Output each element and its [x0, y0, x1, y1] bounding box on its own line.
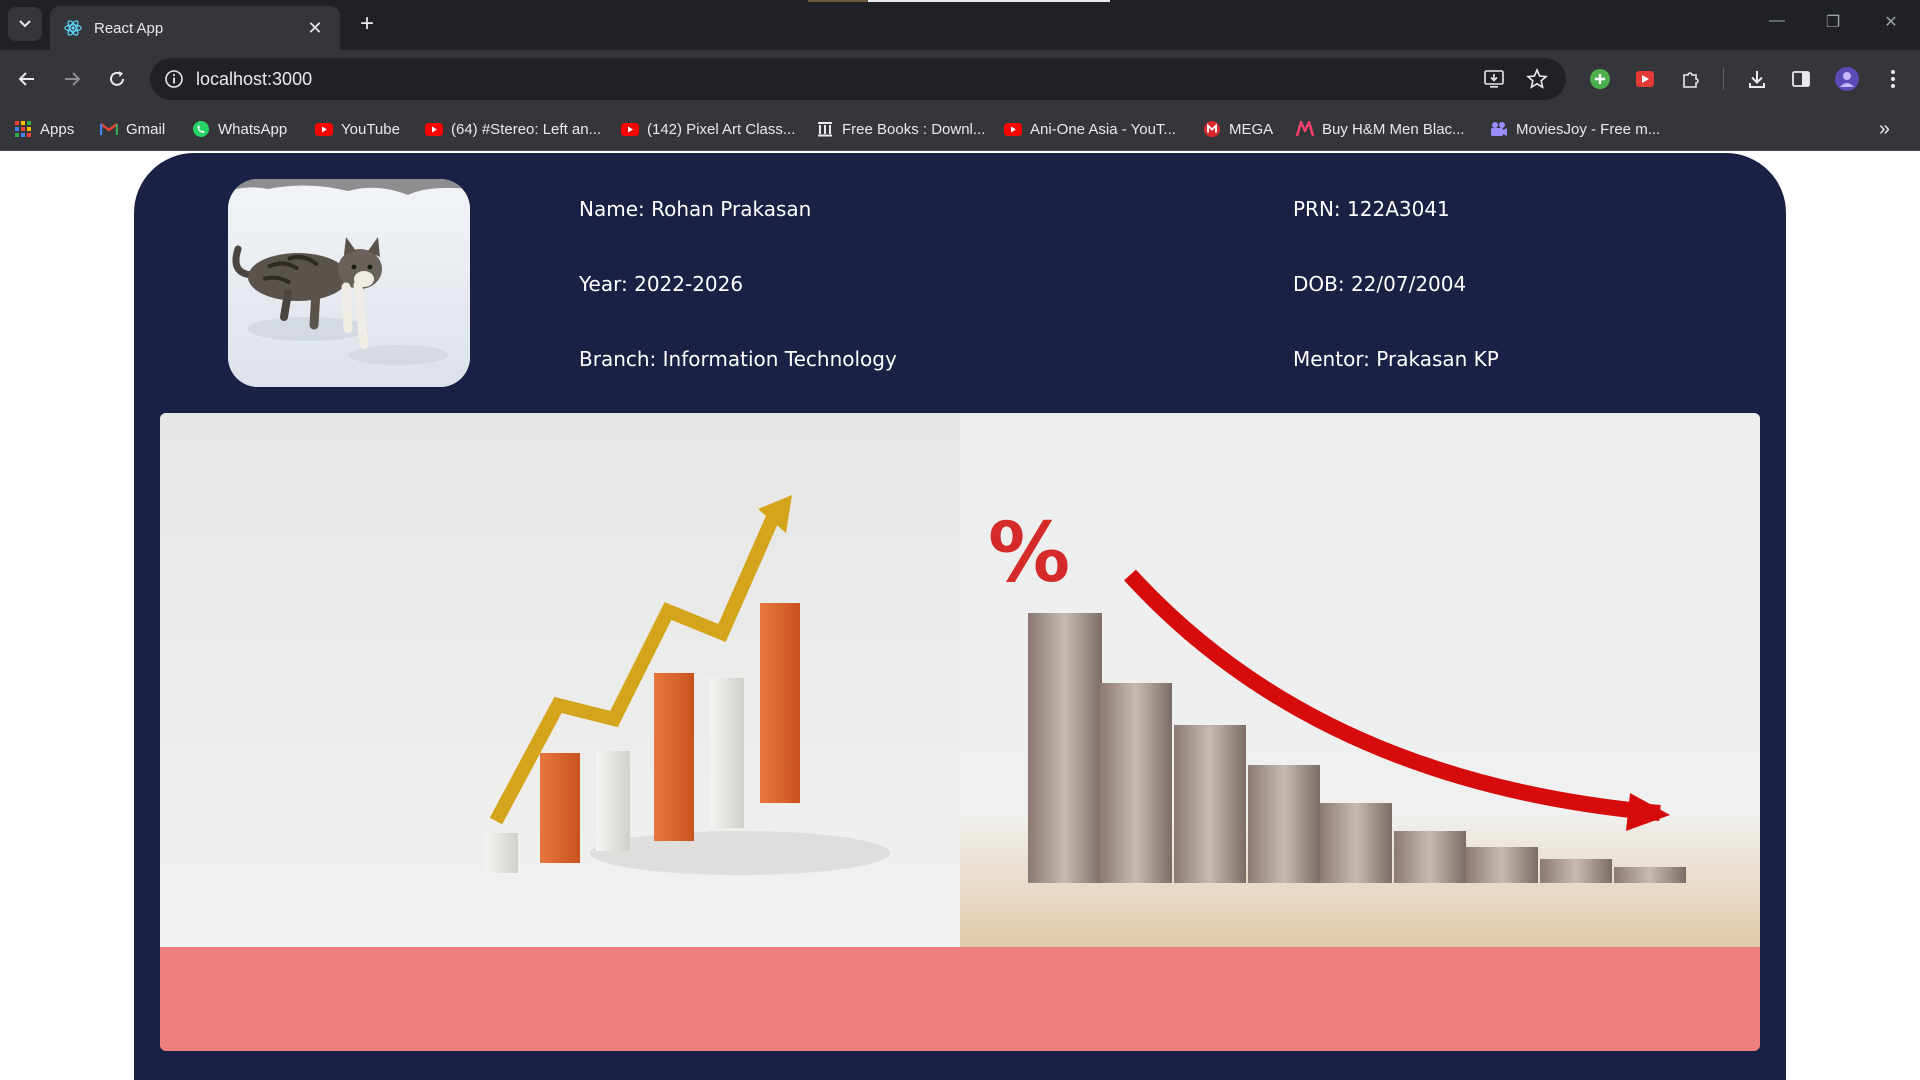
tab-strip-highlight-accent	[808, 0, 868, 2]
bookmark-ani-one[interactable]: Ani-One Asia - YouT...	[1004, 118, 1176, 140]
growth-chart-photo	[160, 413, 960, 947]
bookmark-label: MEGA	[1229, 120, 1274, 138]
extensions-puzzle-icon[interactable]	[1676, 64, 1706, 94]
bookmark-stereo[interactable]: (64) #Stereo: Left an...	[425, 118, 601, 140]
bookmark-label: Gmail	[126, 120, 166, 138]
myntra-icon	[1296, 120, 1314, 138]
tab-strip: React App ✕ + — ❐ ✕	[0, 0, 1920, 50]
arrow-right-icon	[65, 72, 81, 86]
chevron-down-icon	[19, 20, 31, 28]
apps-grid-icon	[14, 120, 32, 138]
bookmark-whatsapp[interactable]: WhatsApp	[192, 118, 287, 140]
mega-icon	[1203, 120, 1221, 138]
tab-search-button[interactable]	[8, 7, 42, 41]
bookmark-label: (142) Pixel Art Class...	[647, 120, 796, 138]
bookmark-gmail[interactable]: Gmail	[100, 118, 165, 140]
bookmark-label: Apps	[40, 120, 75, 138]
bookmark-free-books[interactable]: Free Books : Downl...	[816, 118, 985, 140]
footer-bar	[160, 947, 1760, 1051]
youtube-icon	[621, 120, 639, 138]
student-prn: PRN: 122A3041	[1293, 197, 1450, 221]
percent-symbol: %	[988, 506, 1070, 601]
url-text[interactable]: localhost:3000	[196, 69, 312, 90]
more-bookmarks-icon[interactable]: »	[1879, 118, 1890, 141]
extension-red-icon[interactable]	[1630, 64, 1660, 94]
bookmark-label: YouTube	[341, 120, 400, 138]
address-bar[interactable]: localhost:3000	[150, 58, 1566, 100]
student-year: Year: 2022-2026	[579, 272, 744, 296]
browser-toolbar: localhost:3000	[0, 50, 1920, 108]
library-icon	[816, 120, 834, 138]
whatsapp-icon	[192, 120, 210, 138]
bookmark-label: (64) #Stereo: Left an...	[451, 120, 602, 138]
gmail-icon	[100, 120, 118, 138]
reload-button[interactable]	[102, 64, 132, 94]
bookmark-label: Buy H&M Men Blac...	[1322, 120, 1465, 138]
moviesjoy-icon	[1490, 120, 1508, 138]
youtube-icon	[315, 120, 333, 138]
student-name: Name: Rohan Prakasan	[579, 197, 812, 221]
restore-icon[interactable]: ❐	[1818, 12, 1848, 32]
bookmark-label: Ani-One Asia - YouT...	[1030, 120, 1176, 138]
extension-plus-icon[interactable]	[1585, 64, 1615, 94]
arrow-left-icon	[18, 72, 34, 86]
youtube-icon	[425, 120, 443, 138]
bookmark-pixel-art[interactable]: (142) Pixel Art Class...	[621, 118, 795, 140]
forward-button[interactable]	[57, 64, 87, 94]
student-profile-card: Name: Rohan Prakasan Year: 2022-2026 Bra…	[134, 153, 1786, 1080]
kebab-menu-icon[interactable]	[1878, 64, 1908, 94]
close-window-icon[interactable]: ✕	[1876, 12, 1906, 32]
profile-avatar-icon[interactable]	[1832, 64, 1862, 94]
page-viewport: Name: Rohan Prakasan Year: 2022-2026 Bra…	[0, 152, 1920, 1080]
tab-title: React App	[94, 19, 164, 37]
youtube-icon	[1004, 120, 1022, 138]
falling-coins-photo: %	[960, 413, 1760, 947]
bookmark-label: Free Books : Downl...	[842, 120, 986, 138]
finance-banner-image: %	[160, 413, 1760, 947]
bookmark-label: MoviesJoy - Free m...	[1516, 120, 1661, 138]
bookmark-hm[interactable]: Buy H&M Men Blac...	[1296, 118, 1465, 140]
close-tab-icon[interactable]: ✕	[304, 18, 326, 39]
reload-icon	[110, 71, 124, 86]
student-mentor: Mentor: Prakasan KP	[1293, 347, 1499, 371]
site-info-icon[interactable]	[164, 69, 184, 89]
bookmark-youtube[interactable]: YouTube	[315, 118, 400, 140]
bookmarks-bar: Apps Gmail WhatsApp YouTube (64) #Stereo…	[0, 108, 1920, 151]
profile-photo	[228, 179, 470, 387]
bookmark-mega[interactable]: MEGA	[1203, 118, 1273, 140]
install-app-icon[interactable]	[1484, 69, 1506, 89]
new-tab-button[interactable]: +	[352, 10, 382, 40]
back-button[interactable]	[12, 64, 42, 94]
student-branch: Branch: Information Technology	[579, 347, 897, 371]
bookmark-label: WhatsApp	[218, 120, 288, 138]
minimize-icon[interactable]: —	[1762, 12, 1792, 30]
tab-react-app[interactable]: React App ✕	[50, 6, 340, 50]
react-icon	[64, 20, 82, 36]
side-panel-icon[interactable]	[1786, 64, 1816, 94]
bookmark-apps[interactable]: Apps	[14, 118, 74, 140]
download-icon[interactable]	[1742, 64, 1772, 94]
star-icon[interactable]	[1526, 68, 1548, 90]
toolbar-divider	[1723, 68, 1724, 90]
student-dob: DOB: 22/07/2004	[1293, 272, 1467, 296]
bookmark-moviesjoy[interactable]: MoviesJoy - Free m...	[1490, 118, 1660, 140]
